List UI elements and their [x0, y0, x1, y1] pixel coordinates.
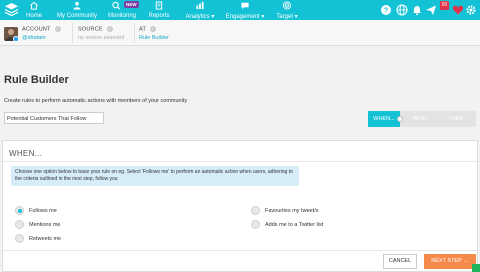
nav-analytics-label: Analytics ▾	[185, 13, 215, 20]
option-label: Favourites my tweet/s	[265, 207, 319, 214]
step-with: WITH...	[412, 116, 432, 122]
info-icon: i	[106, 26, 113, 32]
new-badge: NEW	[124, 1, 139, 8]
nav-engagement-label: Engagement ▾	[225, 13, 265, 20]
nav-my-community[interactable]: My Community	[55, 0, 99, 20]
svg-text:?: ?	[384, 8, 388, 15]
divider	[3, 161, 477, 162]
nav-target-label: Target ▾	[276, 13, 298, 20]
nav-target[interactable]: Target ▾	[274, 0, 300, 20]
engagement-icon	[241, 2, 249, 10]
divider	[3, 250, 477, 251]
nav-analytics[interactable]: Analytics ▾	[182, 0, 218, 20]
avatar[interactable]	[4, 27, 18, 41]
account-segment[interactable]: ACCOUNT i @idodam	[22, 26, 61, 41]
info-icon: i	[54, 26, 61, 32]
community-icon	[73, 1, 81, 10]
reports-icon	[155, 1, 163, 10]
page-title: Rule Builder	[4, 74, 69, 86]
nav-reports[interactable]: Reports	[146, 0, 172, 20]
step-progress: WHEN... WITH... THEN...	[368, 111, 476, 127]
info-icon: i	[150, 26, 157, 32]
at-value[interactable]: Rule Builder	[139, 35, 169, 41]
chevron-down-icon: ▾	[211, 13, 215, 20]
at-segment: AT i Rule Builder	[139, 26, 169, 41]
cancel-button[interactable]: CANCEL	[383, 254, 417, 269]
globe-icon[interactable]	[396, 4, 408, 16]
target-icon	[282, 1, 292, 10]
nav-monitoring-label: Monitoring	[107, 12, 136, 19]
account-label: ACCOUNT	[22, 26, 51, 33]
source-value: no source selected	[78, 35, 125, 42]
divider	[134, 23, 135, 43]
step-when[interactable]: WHEN...	[368, 111, 400, 127]
bell-icon[interactable]	[411, 4, 423, 16]
nav-my-community-label: My Community	[56, 12, 97, 19]
heart-icon[interactable]	[452, 4, 464, 16]
rule-name-input[interactable]: Potential Customers That Follow	[4, 112, 104, 124]
step-then: THEN...	[448, 116, 468, 122]
divider	[72, 23, 73, 43]
option-label: Mentions me	[29, 221, 61, 228]
option-label: Retweets me	[29, 235, 62, 242]
radio-button[interactable]	[15, 234, 24, 243]
logo-icon[interactable]	[4, 2, 19, 17]
step-progress-dot	[397, 116, 403, 122]
nav-reports-label: Reports	[148, 12, 170, 19]
when-panel: WHEN... Choose one option below to base …	[2, 140, 478, 272]
account-bar: ACCOUNT i @idodam SOURCE i no source selec…	[0, 20, 480, 46]
nav-engagement[interactable]: Engagement ▾	[225, 0, 265, 20]
radio-button[interactable]	[251, 220, 260, 229]
panel-title: WHEN...	[9, 149, 43, 158]
source-segment[interactable]: SOURCE i no source selected	[78, 26, 124, 41]
help-icon[interactable]: ?	[380, 4, 392, 16]
chevron-down-icon: ▾	[261, 13, 265, 20]
at-label: AT	[139, 26, 147, 33]
radio-button[interactable]	[15, 220, 24, 229]
verified-icon	[13, 36, 18, 41]
radio-button[interactable]	[15, 206, 24, 215]
notification-badge[interactable]: 50	[440, 1, 449, 10]
chat-widget-icon[interactable]	[472, 264, 480, 272]
option-label: Adds me to a Twitter list	[265, 221, 324, 228]
analytics-icon	[196, 1, 204, 10]
nav-home[interactable]: Home	[24, 0, 44, 20]
top-nav: Home My Community Monitoring NEW Reports…	[0, 0, 480, 20]
page-description: Create rules to perform automatic action…	[4, 98, 188, 104]
gear-icon[interactable]	[465, 4, 477, 16]
source-label: SOURCE	[78, 26, 103, 33]
home-icon	[30, 1, 38, 10]
option-label: Follows me	[29, 207, 57, 214]
nav-home-label: Home	[25, 12, 42, 19]
next-step-button[interactable]: NEXT STEP →	[424, 254, 476, 269]
send-icon[interactable]	[425, 4, 437, 16]
info-box: Choose one option below to base your rul…	[11, 166, 299, 186]
radio-button[interactable]	[251, 206, 260, 215]
chevron-down-icon: ▾	[294, 13, 298, 20]
account-value[interactable]: @idodam	[22, 35, 61, 41]
monitoring-icon	[111, 1, 120, 10]
